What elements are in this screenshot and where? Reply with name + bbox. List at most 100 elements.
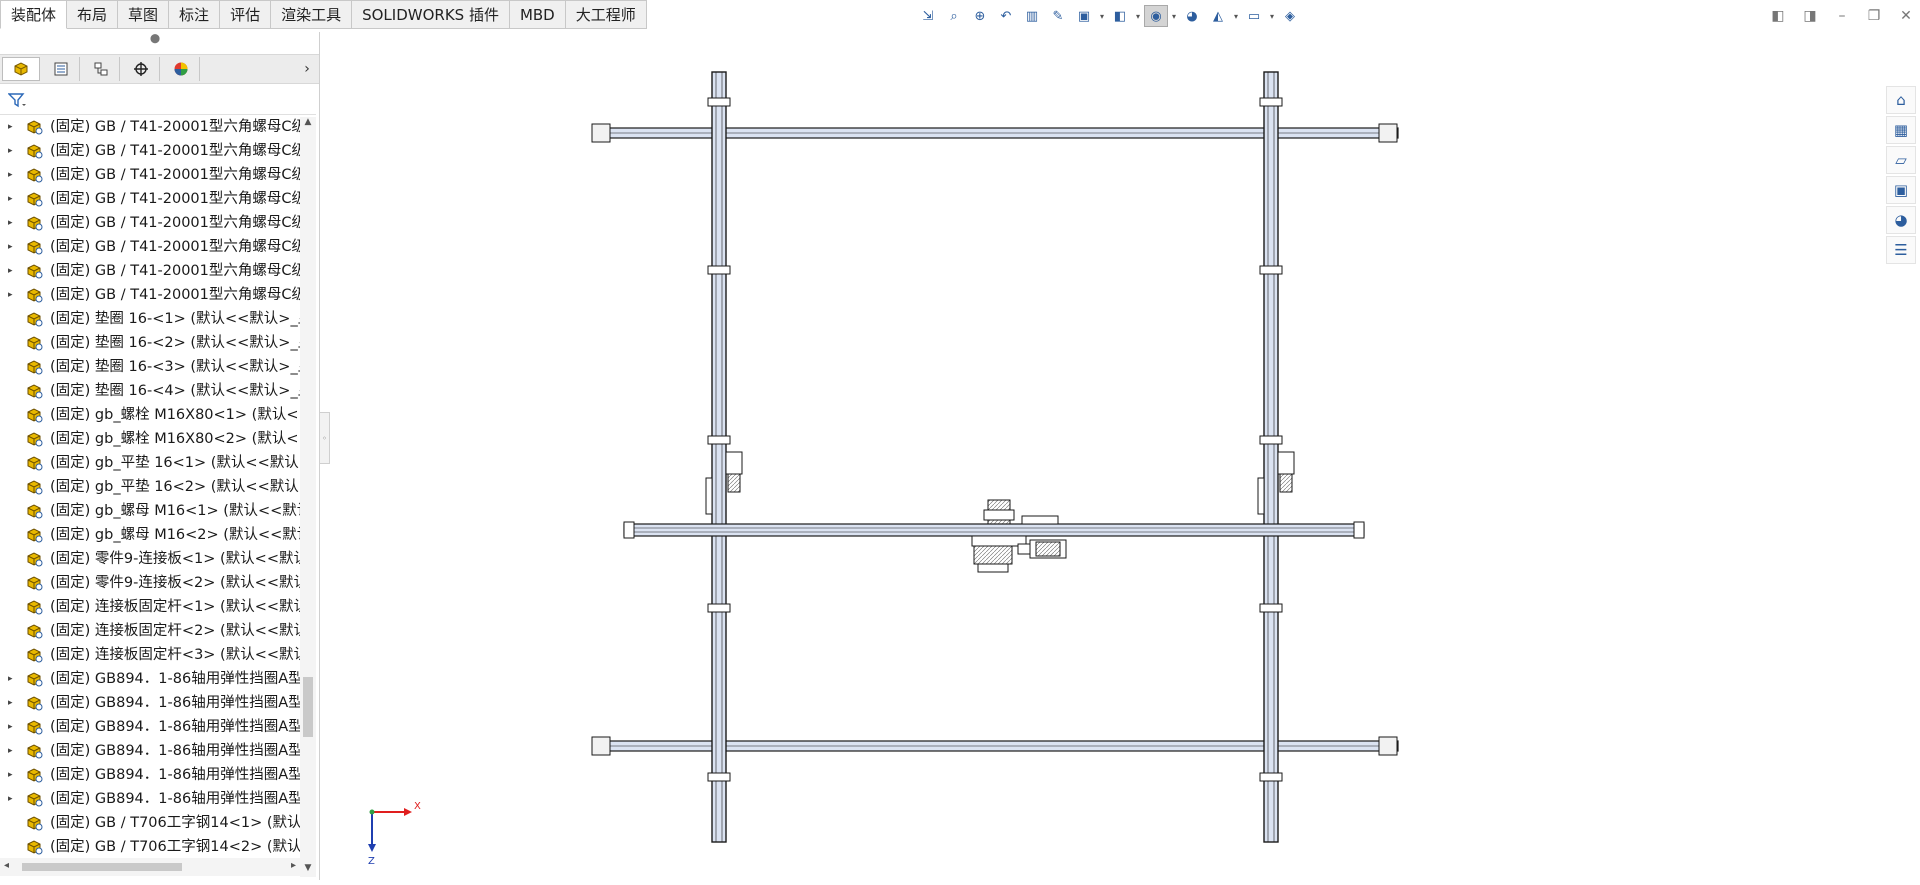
tree-item[interactable]: (固定) gb_螺母 M16<2> (默认<<默认 bbox=[0, 523, 300, 547]
expand-arrow-icon[interactable]: ▸ bbox=[8, 259, 18, 283]
tile-left-icon[interactable]: ◧ bbox=[1764, 4, 1792, 28]
configurationmanager-icon[interactable] bbox=[82, 57, 120, 81]
apply-scene-icon[interactable]: ◭ bbox=[1206, 5, 1230, 27]
minimize-icon[interactable]: – bbox=[1828, 4, 1856, 28]
view-settings-dropdown[interactable]: ▾ bbox=[1098, 5, 1106, 27]
dynamic-annotation-icon[interactable]: ✎ bbox=[1046, 5, 1070, 27]
scroll-left-icon[interactable]: ◂ bbox=[4, 860, 9, 871]
tree-horizontal-scrollbar[interactable]: ◂ ▸ bbox=[0, 858, 300, 876]
edit-appearance-icon[interactable]: ◕ bbox=[1180, 5, 1204, 27]
expand-arrow-icon[interactable]: ▸ bbox=[8, 235, 18, 259]
expand-arrow-icon[interactable]: ▸ bbox=[8, 715, 18, 739]
featuremanager-icon[interactable] bbox=[2, 57, 40, 81]
tree-item[interactable]: ▸ (固定) GB894．1-86轴用弹性挡圈A型 bbox=[0, 691, 300, 715]
display-style-icon[interactable]: ◧ bbox=[1108, 5, 1132, 27]
tree-item[interactable]: (固定) gb_平垫 16<2> (默认<<默认> bbox=[0, 475, 300, 499]
expand-arrow-icon[interactable]: ▸ bbox=[8, 163, 18, 187]
tree-item[interactable]: (固定) 连接板固定杆<1> (默认<<默认 bbox=[0, 595, 300, 619]
tree-item[interactable]: (固定) 零件9-连接板<2> (默认<<默认 bbox=[0, 571, 300, 595]
expand-arrow-icon[interactable]: ▸ bbox=[8, 283, 18, 307]
tree-item[interactable]: (固定) gb_平垫 16<1> (默认<<默认> bbox=[0, 451, 300, 475]
tree-item[interactable]: ▸ (固定) GB894．1-86轴用弹性挡圈A型 bbox=[0, 787, 300, 811]
tree-item[interactable]: ▸ (固定) GB894．1-86轴用弹性挡圈A型 bbox=[0, 715, 300, 739]
zoom-to-fit-icon[interactable]: ⌕ bbox=[942, 5, 966, 27]
tree-item[interactable]: (固定) 零件9-连接板<1> (默认<<默认 bbox=[0, 547, 300, 571]
scroll-up-icon[interactable]: ▲ bbox=[300, 117, 316, 131]
view-cube-icon[interactable]: ◈ bbox=[1278, 5, 1302, 27]
apply-scene-dropdown[interactable]: ▾ bbox=[1232, 5, 1240, 27]
view-orientation-icon[interactable]: ⇲ bbox=[916, 5, 940, 27]
expand-arrow-icon[interactable]: ▸ bbox=[8, 139, 18, 163]
appearances-icon[interactable]: ◕ bbox=[1886, 206, 1916, 234]
tab-7[interactable]: MBD bbox=[509, 0, 566, 29]
hide-show-items-icon[interactable]: ◉ bbox=[1144, 5, 1168, 27]
expand-arrow-icon[interactable]: ▸ bbox=[8, 187, 18, 211]
zoom-to-area-icon[interactable]: ⊕ bbox=[968, 5, 992, 27]
tree-item[interactable]: (固定) 连接板固定杆<3> (默认<<默认 bbox=[0, 643, 300, 667]
tree-vertical-scrollbar[interactable]: ▲ ▼ bbox=[300, 117, 316, 877]
tab-1[interactable]: 布局 bbox=[67, 0, 119, 29]
filter-icon[interactable] bbox=[6, 90, 28, 110]
tree-item[interactable]: (固定) GB / T706工字钢14<1> (默认 bbox=[0, 811, 300, 835]
file-explorer-icon[interactable]: ▱ bbox=[1886, 146, 1916, 174]
expand-arrow-icon[interactable]: ▸ bbox=[8, 115, 18, 139]
tree-item[interactable]: (固定) gb_螺栓 M16X80<1> (默认< bbox=[0, 403, 300, 427]
expand-arrow-icon[interactable]: ▸ bbox=[8, 787, 18, 811]
tab-8[interactable]: 大工程师 bbox=[565, 0, 647, 29]
previous-view-icon[interactable]: ↶ bbox=[994, 5, 1018, 27]
view-palette-icon[interactable]: ▣ bbox=[1886, 176, 1916, 204]
tree-item[interactable]: (固定) gb_螺母 M16<1> (默认<<默认 bbox=[0, 499, 300, 523]
panel-grip-icon[interactable]: ⬤ bbox=[150, 34, 160, 44]
tree-item[interactable]: ▸ (固定) GB894．1-86轴用弹性挡圈A型 bbox=[0, 667, 300, 691]
more-tabs-arrow-icon[interactable]: › bbox=[299, 57, 315, 81]
display-style-dropdown[interactable]: ▾ bbox=[1134, 5, 1142, 27]
tab-0[interactable]: 装配体 bbox=[0, 0, 68, 29]
tile-right-icon[interactable]: ◨ bbox=[1796, 4, 1824, 28]
view-monitor-dropdown[interactable]: ▾ bbox=[1268, 5, 1276, 27]
tree-item[interactable]: (固定) GB / T706工字钢14<2> (默认 bbox=[0, 835, 300, 859]
expand-arrow-icon[interactable]: ▸ bbox=[8, 211, 18, 235]
tab-6[interactable]: SOLIDWORKS 插件 bbox=[352, 0, 510, 29]
tree-item[interactable]: ▸ (固定) GB894．1-86轴用弹性挡圈A型 bbox=[0, 763, 300, 787]
tree-item[interactable]: ▸ (固定) GB / T41-20001型六角螺母C级 bbox=[0, 115, 300, 139]
tree-item[interactable]: ▸ (固定) GB / T41-20001型六角螺母C级 bbox=[0, 211, 300, 235]
vertical-scroll-thumb[interactable] bbox=[303, 677, 313, 737]
graphics-area[interactable]: X Z bbox=[322, 32, 1882, 880]
expand-arrow-icon[interactable]: ▸ bbox=[8, 763, 18, 787]
propertymanager-icon[interactable] bbox=[42, 57, 80, 81]
tree-item[interactable]: (固定) gb_螺栓 M16X80<2> (默认< bbox=[0, 427, 300, 451]
tree-item[interactable]: (固定) 垫圈 16-<3> (默认<<默认>_显 bbox=[0, 355, 300, 379]
tab-3[interactable]: 标注 bbox=[169, 0, 221, 29]
displaymanager-icon[interactable] bbox=[162, 57, 200, 81]
tab-4[interactable]: 评估 bbox=[220, 0, 272, 29]
tree-item[interactable]: ▸ (固定) GB894．1-86轴用弹性挡圈A型 bbox=[0, 739, 300, 763]
tree-item[interactable]: ▸ (固定) GB / T41-20001型六角螺母C级 bbox=[0, 235, 300, 259]
horizontal-scroll-thumb[interactable] bbox=[22, 863, 182, 871]
tab-5[interactable]: 渲染工具 bbox=[271, 0, 353, 29]
expand-arrow-icon[interactable]: ▸ bbox=[8, 691, 18, 715]
tree-item[interactable]: (固定) 垫圈 16-<2> (默认<<默认>_显 bbox=[0, 331, 300, 355]
scroll-right-icon[interactable]: ▸ bbox=[291, 860, 296, 871]
tree-item[interactable]: (固定) 垫圈 16-<4> (默认<<默认>_显 bbox=[0, 379, 300, 403]
custom-properties-icon[interactable]: ☰ bbox=[1886, 236, 1916, 264]
expand-arrow-icon[interactable]: ▸ bbox=[8, 739, 18, 763]
restore-icon[interactable]: ❐ bbox=[1860, 4, 1888, 28]
hide-show-items-dropdown[interactable]: ▾ bbox=[1170, 5, 1178, 27]
tree-item[interactable]: ▸ (固定) GB / T41-20001型六角螺母C级 bbox=[0, 283, 300, 307]
tree-item[interactable]: (固定) 垫圈 16-<1> (默认<<默认>_显 bbox=[0, 307, 300, 331]
expand-arrow-icon[interactable]: ▸ bbox=[8, 667, 18, 691]
tree-item[interactable]: ▸ (固定) GB / T41-20001型六角螺母C级 bbox=[0, 163, 300, 187]
section-view-icon[interactable]: ▥ bbox=[1020, 5, 1044, 27]
view-settings-icon[interactable]: ▣ bbox=[1072, 5, 1096, 27]
tree-item[interactable]: ▸ (固定) GB / T41-20001型六角螺母C级 bbox=[0, 139, 300, 163]
tab-2[interactable]: 草图 bbox=[118, 0, 170, 29]
tree-item[interactable]: (固定) 连接板固定杆<2> (默认<<默认 bbox=[0, 619, 300, 643]
tree-item[interactable]: ▸ (固定) GB / T41-20001型六角螺母C级 bbox=[0, 259, 300, 283]
scroll-down-icon[interactable]: ▼ bbox=[300, 863, 316, 877]
tree-item[interactable]: ▸ (固定) GB / T41-20001型六角螺母C级 bbox=[0, 187, 300, 211]
design-library-icon[interactable]: ▦ bbox=[1886, 116, 1916, 144]
close-icon[interactable]: ✕ bbox=[1892, 4, 1920, 28]
view-monitor-icon[interactable]: ▭ bbox=[1242, 5, 1266, 27]
home-icon[interactable]: ⌂ bbox=[1886, 86, 1916, 114]
dimxpertmanager-icon[interactable] bbox=[122, 57, 160, 81]
